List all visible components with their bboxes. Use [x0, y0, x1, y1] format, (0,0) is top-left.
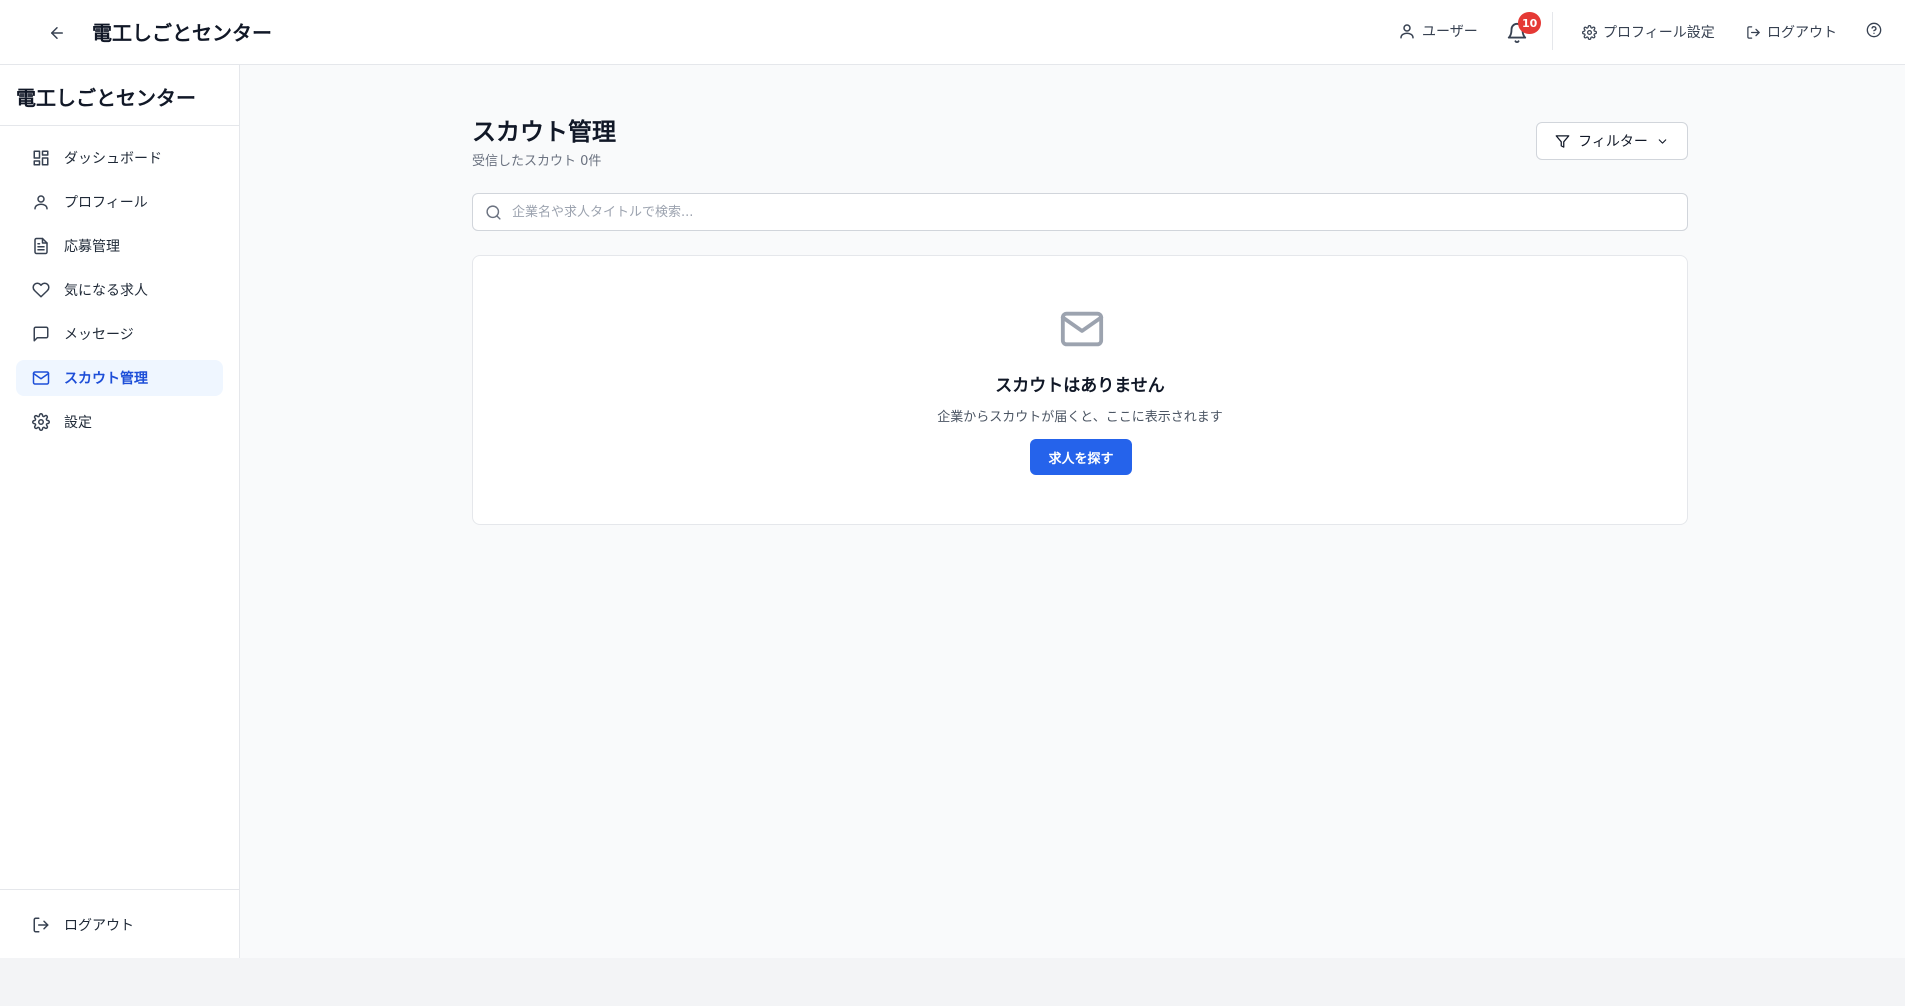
header-logout-link[interactable]: ログアウト [1746, 22, 1837, 42]
page-footer-area [0, 958, 1905, 1006]
header-logout-label: ログアウト [1767, 25, 1837, 41]
chevron-down-icon [1658, 138, 1667, 144]
main-content: スカウト管理 受信したスカウト 0件 フィルター スカウトはありません 企業から… [240, 65, 1905, 958]
search-input[interactable] [502, 194, 1687, 230]
filter-button[interactable]: フィルター [1536, 122, 1688, 160]
help-button[interactable] [1866, 22, 1882, 38]
sidebar-item-applications[interactable]: 応募管理 [16, 228, 223, 264]
sidebar-item-label: 設定 [64, 415, 92, 431]
sidebar-item-label: プロフィール [64, 195, 148, 211]
document-icon [34, 237, 48, 255]
sidebar-item-label: 応募管理 [64, 239, 120, 255]
dashboard-icon [33, 150, 49, 166]
filter-label: フィルター [1578, 134, 1648, 150]
sidebar-nav: ダッシュボード プロフィール 応募管理 気になる求人 メッセージ スカウト管理 [16, 140, 223, 448]
empty-state-card: スカウトはありません 企業からスカウトが届くと、ここに表示されます 求人を探す [472, 255, 1688, 525]
gear-icon [32, 413, 50, 431]
header-app-title: 電工しごとセンター [92, 21, 272, 45]
user-icon [34, 195, 48, 210]
notification-button[interactable]: 10 [1504, 12, 1542, 48]
empty-state-title: スカウトはありません [995, 376, 1165, 396]
sidebar-item-label: 気になる求人 [64, 283, 148, 299]
sidebar-item-profile[interactable]: プロフィール [16, 184, 223, 220]
sidebar-item-messages[interactable]: メッセージ [16, 316, 223, 352]
sidebar: 電工しごとセンター ダッシュボード プロフィール 応募管理 気になる求人 メッセ… [0, 65, 240, 958]
mail-icon [1059, 306, 1105, 356]
page-subtitle: 受信したスカウト 0件 [472, 154, 602, 169]
empty-state-description: 企業からスカウトが届くと、ここに表示されます [937, 410, 1223, 425]
heart-icon [32, 282, 50, 298]
user-icon [1400, 24, 1414, 39]
top-header: 電工しごとセンター ユーザー 10 プロフィール設定 ログアウト [0, 0, 1905, 65]
sidebar-logout-button[interactable]: ログアウト [16, 907, 223, 943]
header-user-label: ユーザー [1422, 24, 1478, 40]
message-icon [33, 326, 49, 342]
back-button[interactable] [44, 20, 70, 46]
sidebar-bottom-divider [0, 889, 239, 890]
sidebar-item-dashboard[interactable]: ダッシュボード [16, 140, 223, 176]
arrow-left-icon [51, 27, 63, 39]
gear-icon [1582, 24, 1597, 40]
help-circle-icon [1866, 22, 1882, 38]
header-user-menu[interactable]: ユーザー [1398, 21, 1478, 41]
page-title: スカウト管理 [472, 118, 616, 146]
app-root: 電工しごとセンター ユーザー 10 プロフィール設定 ログアウト 電工しごとセン… [0, 0, 1905, 1006]
search-box [472, 193, 1688, 231]
sidebar-item-label: ダッシュボード [64, 151, 162, 167]
notification-badge: 10 [1518, 12, 1542, 34]
filter-icon [1555, 134, 1570, 148]
find-jobs-button[interactable]: 求人を探す [1030, 439, 1132, 475]
search-icon [485, 204, 502, 221]
profile-settings-label: プロフィール設定 [1603, 25, 1715, 41]
mail-icon [32, 371, 50, 385]
sidebar-divider [0, 125, 239, 126]
sidebar-item-label: メッセージ [64, 327, 134, 343]
sidebar-item-label: スカウト管理 [64, 371, 148, 387]
sidebar-item-favorites[interactable]: 気になる求人 [16, 272, 223, 308]
profile-settings-link[interactable]: プロフィール設定 [1582, 22, 1715, 42]
sidebar-item-settings[interactable]: 設定 [16, 404, 223, 440]
logout-icon [33, 917, 49, 933]
sidebar-logout-label: ログアウト [64, 918, 134, 934]
sidebar-item-scouts[interactable]: スカウト管理 [16, 360, 223, 396]
sidebar-title: 電工しごとセンター [16, 86, 196, 110]
logout-icon [1747, 25, 1760, 39]
header-divider [1552, 12, 1553, 50]
